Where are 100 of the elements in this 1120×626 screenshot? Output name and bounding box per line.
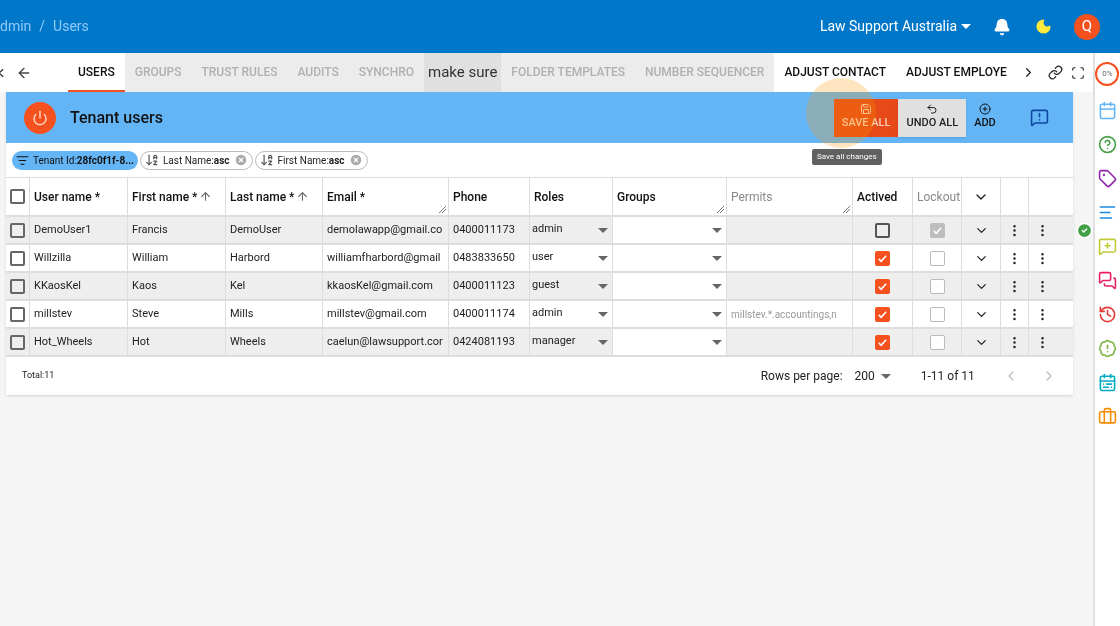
checkbox[interactable]	[929, 306, 945, 322]
table-row[interactable]: Willzilla William Harbord williamfharbord@gmail 0483833650 user	[6, 245, 1073, 273]
dropdown-caret-icon	[598, 283, 608, 289]
dropdown-caret-icon	[598, 339, 608, 345]
column-header[interactable]: Last name *	[226, 178, 323, 215]
sort-az-icon	[259, 153, 274, 167]
dropdown-caret-icon	[598, 255, 608, 261]
checkbox[interactable]	[875, 334, 890, 350]
dropdown-caret-icon	[880, 373, 891, 379]
table-cell-text: Steve	[132, 305, 159, 322]
table-cell-text: Hot	[132, 333, 150, 350]
undo-icon	[926, 103, 939, 116]
alert-badge-icon[interactable]	[1097, 339, 1117, 358]
table-cell-text: William	[132, 249, 169, 266]
page-range: 1-11 of 11	[920, 368, 975, 385]
rows-per-page-select[interactable]: 200	[854, 367, 891, 385]
link-icon[interactable]	[1047, 65, 1063, 80]
checkbox[interactable]	[929, 278, 945, 294]
table-cell-text: 0400011123	[453, 277, 515, 294]
checkbox[interactable]	[875, 306, 890, 322]
table-cell-text: Harbord	[230, 249, 270, 266]
column-header[interactable]: Actived	[853, 178, 913, 215]
table-cell-text: 0400011173	[453, 221, 515, 238]
column-header[interactable]: Groups	[613, 178, 727, 215]
checkbox[interactable]	[929, 250, 945, 266]
checkbox[interactable]	[10, 278, 25, 294]
table-cell-text: caelun@lawsupport.cor	[327, 333, 443, 350]
progress-ring[interactable]: 0%	[1095, 62, 1120, 86]
tab[interactable]: ADJUST CONTACT	[774, 53, 897, 92]
moon-icon[interactable]	[1035, 18, 1052, 35]
table-cell-text: DemoUser1	[34, 221, 92, 238]
table-cell-text: Mills	[230, 305, 254, 322]
column-header[interactable]: Roles	[530, 178, 613, 215]
column-header[interactable]: Permits	[727, 178, 853, 215]
sort-az-icon	[145, 153, 159, 167]
resize-handle-icon	[439, 206, 446, 213]
sort-chip[interactable]: Last Name:asc	[140, 150, 253, 170]
table-row[interactable]: Hot_Wheels Hot Wheels caelun@lawsupport.cor 0424081193 manager	[6, 329, 1073, 357]
table-row[interactable]: KKaosKel Kaos Kel kkaosKel@gmail.com 0400011123 guest	[6, 273, 1073, 301]
checkmark-icon	[877, 336, 888, 348]
chat-bubbles-icon[interactable]	[1097, 271, 1117, 290]
help-icon[interactable]	[1097, 135, 1117, 154]
table-cell-text: KKaosKel	[34, 277, 81, 294]
table-cell-text: 0483833650	[453, 249, 515, 266]
sort-arrow-icon	[199, 190, 213, 203]
table-cell-text: DemoUser	[230, 221, 282, 238]
column-header[interactable]: Email *	[323, 178, 449, 215]
breadcrumb-separator: /	[39, 17, 46, 36]
dropdown-caret-icon	[598, 311, 608, 317]
filter-icon	[16, 153, 29, 167]
history-icon[interactable]	[1097, 305, 1117, 324]
panel-title: Tenant users	[70, 106, 163, 129]
column-header[interactable]: User name *	[30, 178, 128, 215]
caret-icon	[961, 24, 971, 29]
filter-chip[interactable]: Tenant Id:28fc0f1f-8...	[12, 150, 138, 170]
checkbox[interactable]	[10, 250, 25, 266]
column-header[interactable]: Phone	[449, 178, 530, 215]
resize-handle-icon	[843, 206, 850, 213]
fullscreen-icon[interactable]	[1070, 65, 1085, 80]
table-cell-text: williamfharbord@gmail	[327, 249, 441, 266]
dropdown-caret-icon	[712, 311, 722, 317]
column-header[interactable]: First name *	[128, 178, 226, 215]
checkbox[interactable]	[10, 306, 25, 322]
checkbox[interactable]	[875, 222, 890, 238]
table-cell-text: Hot_Wheels	[34, 333, 93, 350]
chip-text: First Name:asc	[277, 153, 345, 168]
tooltip: Save all changes	[812, 149, 882, 165]
checkbox[interactable]	[929, 222, 945, 238]
column-header[interactable]: Lockout	[913, 178, 962, 215]
add-button[interactable]: ADD	[966, 98, 1004, 137]
briefcase-icon[interactable]	[1097, 407, 1117, 426]
checkbox[interactable]	[10, 189, 25, 204]
checkbox[interactable]	[929, 334, 945, 350]
notification-bell-icon[interactable]	[993, 17, 1011, 36]
save-icon	[860, 103, 873, 116]
undo-all-button[interactable]: UNDO ALL	[898, 98, 967, 137]
checkmark-icon	[877, 280, 888, 292]
organization-dropdown[interactable]: Law Support Australia	[819, 16, 971, 37]
checkbox[interactable]	[10, 222, 25, 238]
dropdown-caret-icon	[712, 255, 722, 261]
feedback-icon[interactable]	[1029, 108, 1049, 127]
tab[interactable]: ADJUST EMPLOYE	[896, 53, 1017, 92]
checkbox[interactable]	[10, 334, 25, 350]
checkbox[interactable]	[875, 278, 890, 294]
app-logo-icon	[24, 101, 56, 134]
table-row[interactable]: millstev Steve Mills millstev@gmail.com 0400011174 admin millstev.*.accountings,n	[6, 301, 1073, 329]
dropdown-caret-icon	[712, 339, 722, 345]
checkbox[interactable]	[875, 250, 890, 266]
calendar-event-icon[interactable]	[1097, 373, 1117, 392]
sort-chip[interactable]: First Name:asc	[254, 150, 368, 170]
tag-icon[interactable]	[1097, 169, 1117, 188]
total-count: Total:11	[22, 369, 55, 383]
rows-per-page-label: Rows per page:	[760, 368, 843, 385]
table-cell-text: Wheels	[230, 333, 266, 350]
table-cell-text: kkaosKel@gmail.com	[327, 277, 433, 294]
checkmark-icon	[931, 224, 943, 236]
overlay-caption: make sure	[424, 53, 502, 92]
text-lines-icon[interactable]	[1097, 203, 1117, 222]
checkmark-icon	[877, 308, 888, 320]
table-cell-text: demolawapp@gmail.co	[327, 221, 443, 238]
